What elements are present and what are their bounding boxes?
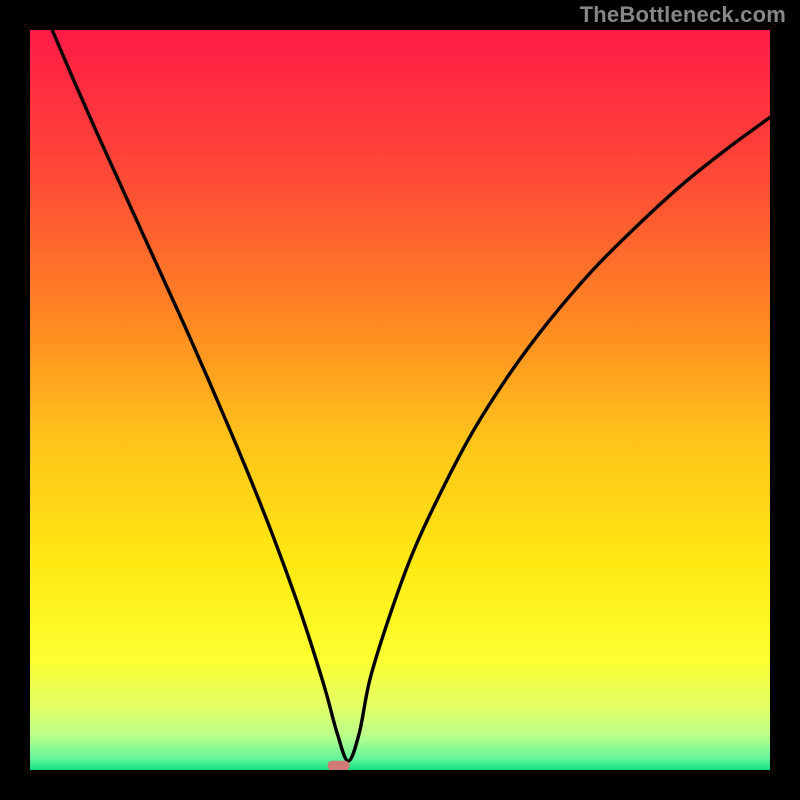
watermark-text: TheBottleneck.com	[580, 2, 786, 28]
bottleneck-curve	[52, 30, 770, 761]
plot-area	[30, 30, 770, 770]
curve-layer	[30, 30, 770, 770]
chart-frame: TheBottleneck.com	[0, 0, 800, 800]
minimum-marker	[327, 761, 349, 770]
